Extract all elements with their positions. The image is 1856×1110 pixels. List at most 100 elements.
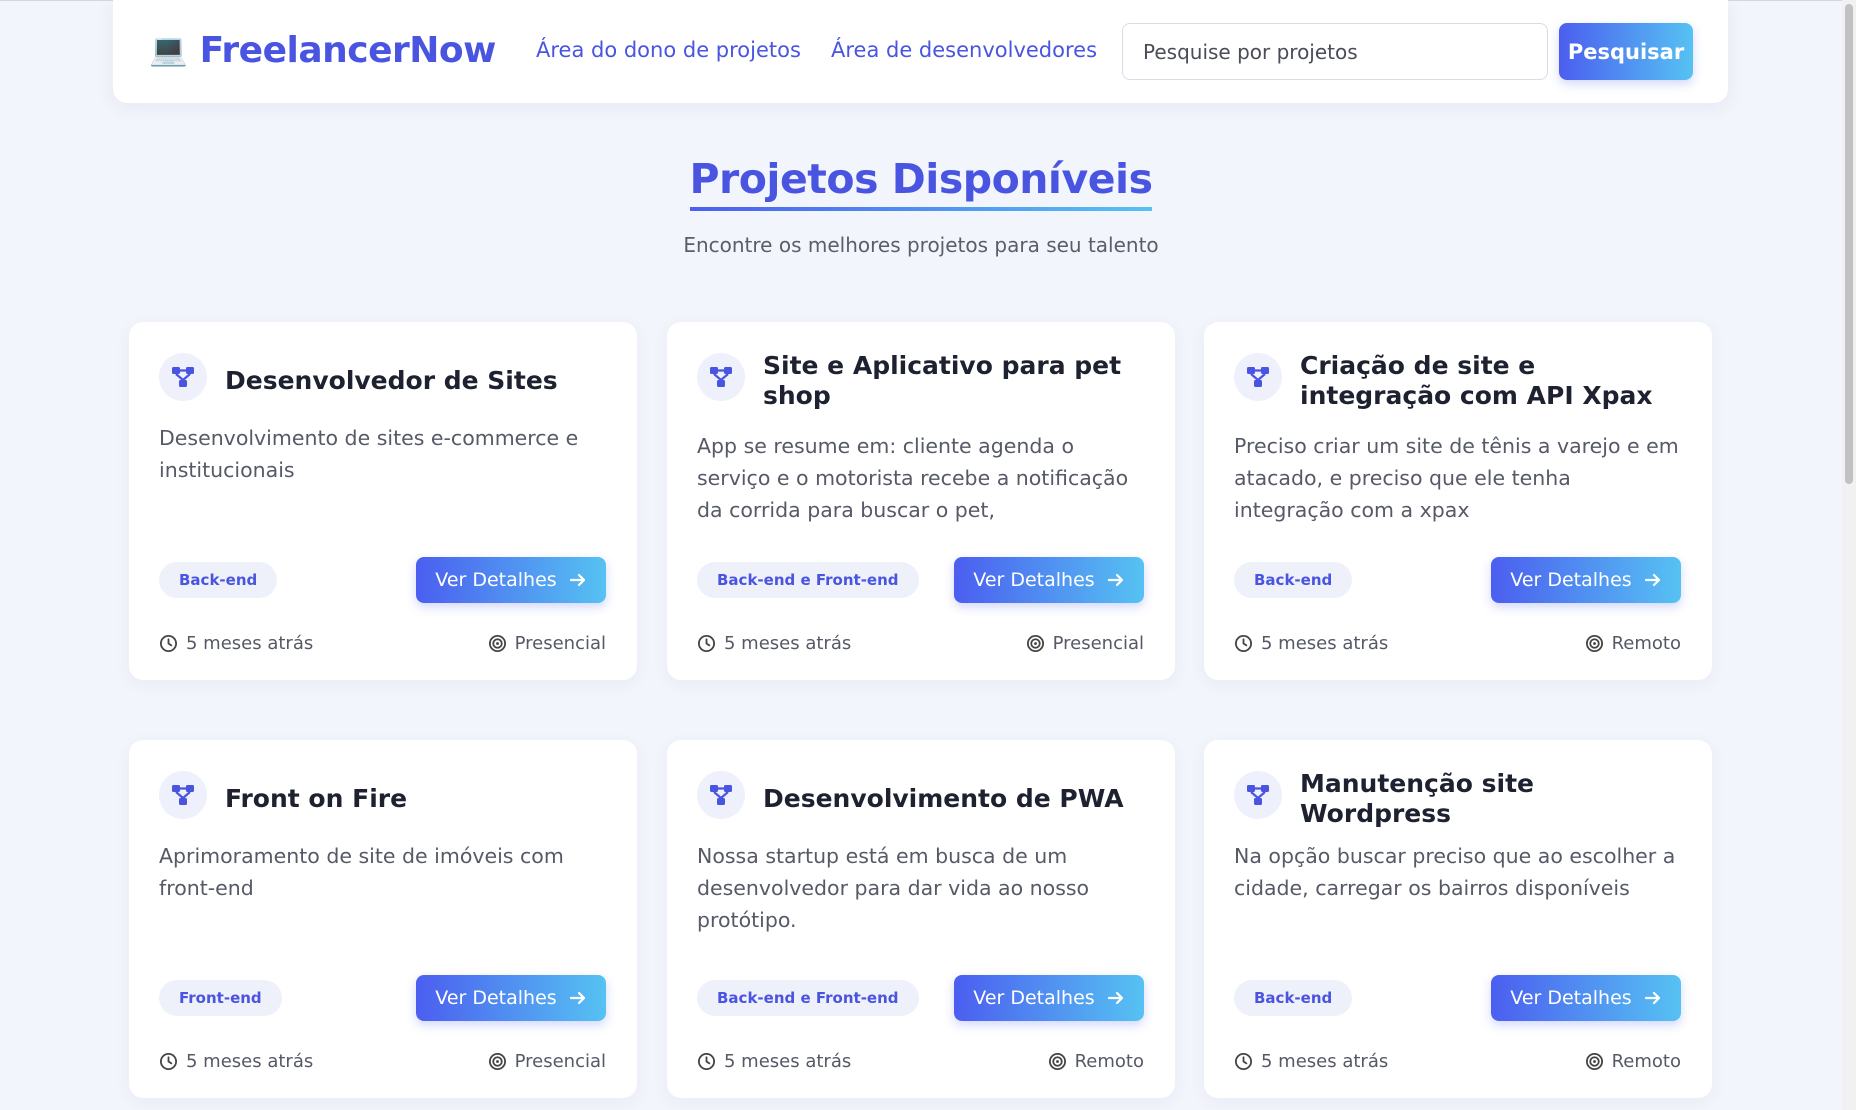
work-mode-label: Presencial — [1052, 633, 1144, 654]
page-scrollbar[interactable] — [1842, 0, 1856, 1110]
project-card: Site e Aplicativo para pet shop App se r… — [667, 322, 1175, 680]
card-footer: 5 meses atrás Presencial — [159, 1051, 606, 1075]
view-details-button[interactable]: Ver Detalhes — [1491, 975, 1681, 1021]
posted-time: 5 meses atrás — [159, 633, 313, 654]
work-mode: Remoto — [1048, 1051, 1144, 1072]
posted-time: 5 meses atrás — [1234, 1051, 1388, 1072]
clock-icon — [159, 634, 178, 653]
posted-time-label: 5 meses atrás — [724, 1051, 852, 1072]
project-card: Manutenção site Wordpress Na opção busca… — [1204, 740, 1712, 1098]
section-title-wrap: Projetos Disponíveis — [0, 155, 1842, 211]
card-description: Desenvolvimento de sites e-commerce e in… — [159, 426, 579, 482]
category-tag: Back-end — [1234, 562, 1353, 598]
target-icon — [1585, 1052, 1603, 1071]
view-details-label: Ver Detalhes — [1510, 569, 1632, 591]
laptop-icon: 💻 — [149, 31, 188, 68]
card-footer: 5 meses atrás Remoto — [697, 1051, 1144, 1075]
card-footer: 5 meses atrás Presencial — [697, 633, 1144, 657]
scrollbar-thumb[interactable] — [1845, 4, 1853, 484]
work-mode-label: Presencial — [514, 1051, 606, 1072]
card-title: Desenvolvedor de Sites — [225, 366, 558, 395]
page-title: Projetos Disponíveis — [689, 155, 1153, 211]
nav-owner-area-link[interactable]: Área do dono de projetos — [536, 38, 801, 62]
card-description: App se resume em: cliente agenda o servi… — [697, 434, 1129, 522]
arrow-right-icon — [569, 573, 585, 587]
clock-icon — [159, 1052, 178, 1071]
view-details-button[interactable]: Ver Detalhes — [954, 975, 1144, 1021]
clock-icon — [1234, 1052, 1253, 1071]
posted-time: 5 meses atrás — [697, 1051, 851, 1072]
project-network-icon — [159, 771, 207, 819]
category-tag: Back-end — [1234, 980, 1353, 1016]
arrow-right-icon — [1107, 991, 1123, 1005]
view-details-label: Ver Detalhes — [973, 987, 1095, 1009]
view-details-label: Ver Detalhes — [1510, 987, 1632, 1009]
work-mode: Presencial — [1026, 633, 1144, 654]
category-tag: Back-end — [159, 562, 278, 598]
posted-time-label: 5 meses atrás — [724, 633, 852, 654]
clock-icon — [1234, 634, 1253, 653]
view-details-label: Ver Detalhes — [435, 569, 557, 591]
view-details-button[interactable]: Ver Detalhes — [954, 557, 1144, 603]
posted-time-label: 5 meses atrás — [1261, 1051, 1389, 1072]
target-icon — [1026, 634, 1044, 653]
target-icon — [1048, 1052, 1066, 1071]
project-card: Desenvolvedor de Sites Desenvolvimento d… — [129, 322, 637, 680]
search-input[interactable] — [1122, 23, 1548, 80]
work-mode: Presencial — [488, 1051, 606, 1072]
work-mode-label: Remoto — [1611, 633, 1681, 654]
arrow-right-icon — [1107, 573, 1123, 587]
target-icon — [1585, 634, 1603, 653]
work-mode: Presencial — [488, 633, 606, 654]
project-card: Desenvolvimento de PWA Nossa startup est… — [667, 740, 1175, 1098]
project-network-icon — [1234, 771, 1282, 819]
posted-time-label: 5 meses atrás — [186, 1051, 314, 1072]
target-icon — [488, 634, 506, 653]
clock-icon — [697, 1052, 716, 1071]
card-title: Front on Fire — [225, 784, 408, 813]
card-title: Manutenção site Wordpress — [1300, 769, 1534, 828]
card-title: Criação de site e integração com API Xpa… — [1300, 351, 1653, 410]
card-description: Preciso criar um site de tênis a varejo … — [1234, 434, 1679, 522]
search-button[interactable]: Pesquisar — [1559, 23, 1693, 80]
arrow-right-icon — [1644, 991, 1660, 1005]
site-header: 💻 FreelancerNow Área do dono de projetos… — [113, 0, 1728, 103]
target-icon — [488, 1052, 506, 1071]
view-details-button[interactable]: Ver Detalhes — [1491, 557, 1681, 603]
posted-time: 5 meses atrás — [159, 1051, 313, 1072]
work-mode-label: Remoto — [1611, 1051, 1681, 1072]
card-description: Na opção buscar preciso que ao escolher … — [1234, 844, 1676, 900]
view-details-label: Ver Detalhes — [435, 987, 557, 1009]
work-mode: Remoto — [1585, 633, 1681, 654]
posted-time: 5 meses atrás — [697, 633, 851, 654]
card-description: Nossa startup está em busca de um desenv… — [697, 844, 1090, 932]
page-subtitle: Encontre os melhores projetos para seu t… — [683, 233, 1159, 257]
card-footer: 5 meses atrás Remoto — [1234, 633, 1681, 657]
view-details-button[interactable]: Ver Detalhes — [416, 975, 606, 1021]
nav-developer-area-link[interactable]: Área de desenvolvedores — [831, 38, 1097, 62]
work-mode-label: Remoto — [1074, 1051, 1144, 1072]
posted-time-label: 5 meses atrás — [186, 633, 314, 654]
view-details-button[interactable]: Ver Detalhes — [416, 557, 606, 603]
brand-name: FreelancerNow — [199, 29, 497, 71]
category-tag: Back-end e Front-end — [697, 980, 919, 1016]
view-details-label: Ver Detalhes — [973, 569, 1095, 591]
project-network-icon — [697, 353, 745, 401]
clock-icon — [697, 634, 716, 653]
category-tag: Back-end e Front-end — [697, 562, 919, 598]
project-card: Front on Fire Aprimoramento de site de i… — [129, 740, 637, 1098]
project-network-icon — [697, 771, 745, 819]
project-network-icon — [1234, 353, 1282, 401]
posted-time-label: 5 meses atrás — [1261, 633, 1389, 654]
card-footer: 5 meses atrás Presencial — [159, 633, 606, 657]
work-mode-label: Presencial — [514, 633, 606, 654]
work-mode: Remoto — [1585, 1051, 1681, 1072]
card-title: Site e Aplicativo para pet shop — [763, 351, 1122, 410]
project-network-icon — [159, 353, 207, 401]
arrow-right-icon — [1644, 573, 1660, 587]
card-title: Desenvolvimento de PWA — [763, 784, 1124, 813]
brand-logo[interactable]: 💻 FreelancerNow — [149, 25, 496, 75]
posted-time: 5 meses atrás — [1234, 633, 1388, 654]
card-description: Aprimoramento de site de imóveis com fro… — [159, 844, 564, 900]
arrow-right-icon — [569, 991, 585, 1005]
